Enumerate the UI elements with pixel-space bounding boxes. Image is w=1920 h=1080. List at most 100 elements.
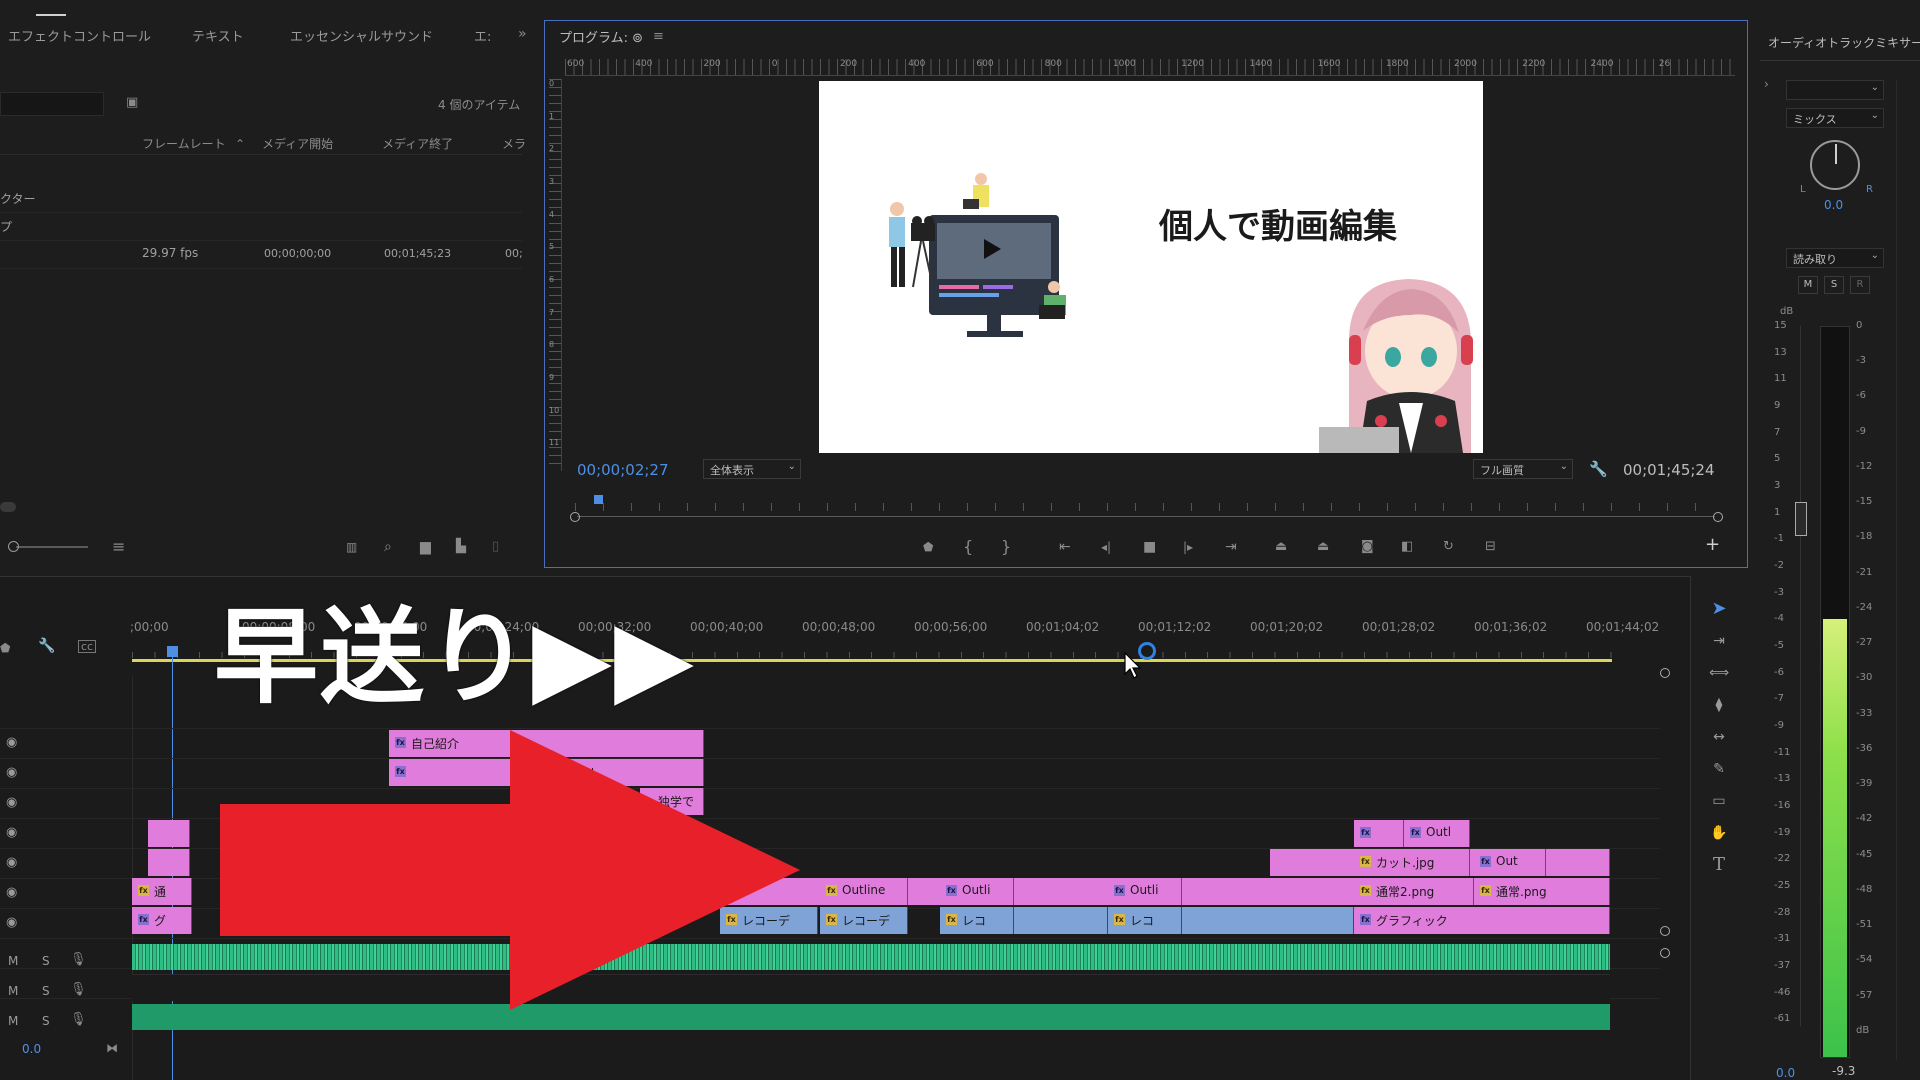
extract-icon[interactable]: ⏏ [1317, 539, 1329, 555]
new-bin-icon[interactable]: ▣ [126, 95, 138, 111]
zoom-slider-track[interactable] [16, 546, 88, 548]
clip-outli[interactable]: fx Outli [1108, 878, 1182, 905]
clip-recorder[interactable]: fx レコーデ [820, 907, 908, 934]
clip-small[interactable] [148, 820, 190, 847]
zoom-slider-handle[interactable] [8, 541, 19, 552]
timeline-settings-wrench-icon[interactable]: 🔧 [38, 638, 55, 654]
fader-scale-label: -7 [1774, 693, 1784, 705]
selection-tool-icon[interactable]: ➤ [1708, 598, 1730, 620]
pen-tool-icon[interactable]: ✎ [1708, 758, 1730, 780]
zoom-select[interactable]: 全体表示 ⌄ [703, 459, 801, 479]
volume-fader[interactable] [1795, 326, 1811, 1026]
mute-button[interactable]: M [1798, 276, 1818, 294]
clip-graphic[interactable]: fx グラフィック [1354, 907, 1610, 934]
clip-outl-small[interactable]: fx [1354, 820, 1404, 847]
clip-v1[interactable] [1014, 907, 1108, 934]
pan-knob[interactable] [1810, 140, 1860, 190]
vertical-scroll-handle[interactable] [1660, 926, 1670, 936]
fader-handle[interactable] [1795, 502, 1807, 536]
multicam-icon[interactable]: ⊟ [1485, 539, 1496, 555]
clip-small[interactable] [148, 849, 190, 876]
scrubber-track[interactable] [577, 516, 1715, 517]
tab-text[interactable]: テキスト [192, 26, 244, 45]
stop-icon[interactable]: ■ [1143, 539, 1156, 555]
scrubber-start-handle[interactable] [570, 512, 580, 522]
clip-gu[interactable]: fx グ [132, 907, 192, 934]
clip-normal[interactable]: fx 通常.png [1474, 878, 1610, 905]
monitor-menu-icon[interactable]: ≡ [653, 29, 664, 45]
col-framerate[interactable]: フレームレート [142, 135, 226, 152]
clip-normal2[interactable]: fx 通常2.png [1354, 878, 1474, 905]
track-select-tool-icon[interactable]: ⇥ [1708, 630, 1730, 652]
clip-outli[interactable]: fx Outli [940, 878, 1014, 905]
hand-tool-icon[interactable]: ✋ [1708, 822, 1730, 844]
comparison-view-icon[interactable]: ◧ [1401, 539, 1413, 555]
solo-button[interactable]: S [1824, 276, 1844, 294]
clip-reco[interactable]: fx レコ [1108, 907, 1182, 934]
scrubber-playhead[interactable] [594, 495, 603, 504]
vertical-scroll-handle[interactable] [1660, 668, 1670, 678]
step-forward-icon[interactable]: |▸ [1183, 539, 1193, 555]
mix-select[interactable]: ミックス ⌄ [1786, 108, 1884, 128]
clip-tsu[interactable]: fx 通 [132, 878, 192, 905]
scrubber-end-handle[interactable] [1713, 512, 1723, 522]
col-media-end[interactable]: メディア終了 [382, 135, 453, 152]
pan-value[interactable]: 0.0 [1824, 198, 1843, 212]
automation-select[interactable]: 読み取り ⌄ [1786, 248, 1884, 268]
captions-icon[interactable]: cc [78, 640, 96, 653]
current-timecode[interactable]: 00;00;02;27 [577, 461, 669, 479]
col-extra[interactable]: メラ [502, 135, 526, 152]
expand-chevron-icon[interactable]: › [1764, 76, 1769, 92]
loop-icon[interactable]: ↻ [1443, 539, 1454, 555]
ripple-edit-tool-icon[interactable]: ⟺ [1708, 662, 1730, 684]
trash-icon[interactable]: ▯ [492, 539, 499, 555]
razor-tool-icon[interactable]: ⧫ [1708, 694, 1730, 716]
export-frame-icon[interactable]: ◙ [1361, 539, 1374, 555]
track-height-icon[interactable]: ⧓ [106, 1040, 118, 1056]
vertical-scroll-handle[interactable] [1660, 948, 1670, 958]
lift-icon[interactable]: ⏏ [1275, 539, 1287, 555]
horizontal-scrollbar[interactable] [0, 502, 16, 512]
timeline-playhead-head[interactable] [167, 646, 178, 657]
step-back-icon[interactable]: ◂| [1101, 539, 1111, 555]
ruler-label: 1400 [1249, 59, 1273, 69]
clip-outline[interactable]: fx Outline [820, 878, 908, 905]
add-marker-icon[interactable]: ⬟ [923, 539, 933, 555]
tab-more[interactable]: エ: [474, 26, 491, 45]
mark-out-icon[interactable]: } [1001, 539, 1011, 555]
mark-in-icon[interactable]: { [963, 539, 973, 555]
tab-effect-controls[interactable]: エフェクトコントロール [8, 26, 151, 45]
list-item[interactable]: 29.97 fps 00;00;00;00 00;01;45;23 00; [0, 240, 523, 269]
slip-tool-icon[interactable]: ↔ [1708, 726, 1730, 748]
list-item[interactable]: プ [0, 212, 522, 241]
tab-essential-sound[interactable]: エッセンシャルサウンド [290, 26, 433, 45]
new-item-icon[interactable]: ▙ [456, 539, 466, 555]
col-media-start[interactable]: メディア開始 [262, 135, 333, 152]
sort-icons-icon[interactable]: ≡ [112, 539, 125, 555]
automate-icon[interactable]: ▥ [346, 539, 357, 555]
marker-icon[interactable]: ⬟ [0, 640, 10, 656]
list-item[interactable]: クター [0, 184, 522, 213]
clip-v1[interactable] [1182, 907, 1354, 934]
mixer-volume-value[interactable]: 0.0 [1776, 1066, 1795, 1080]
meter-scale-label: -27 [1856, 637, 1873, 649]
sort-ascending-icon[interactable]: ⌃ [235, 136, 245, 152]
go-to-out-icon[interactable]: ⇥ [1225, 539, 1237, 555]
find-icon[interactable]: ⌕ [384, 539, 392, 555]
go-to-in-icon[interactable]: ⇤ [1059, 539, 1071, 555]
track-input-select[interactable]: ⌄ [1786, 80, 1884, 100]
clip-out[interactable]: fx Out [1474, 849, 1546, 876]
rectangle-tool-icon[interactable]: ▭ [1708, 790, 1730, 812]
quality-select[interactable]: フル画質 ⌄ [1473, 459, 1573, 479]
settings-wrench-icon[interactable]: 🔧 [1589, 461, 1608, 477]
clip-cut[interactable]: fx カット.jpg [1354, 849, 1470, 876]
record-button[interactable]: R [1850, 276, 1870, 294]
clip-reco[interactable]: fx レコ [940, 907, 1014, 934]
clip-outl-small[interactable]: fx Outl [1404, 820, 1470, 847]
audio-volume-value[interactable]: 0.0 [22, 1042, 41, 1056]
new-folder-icon[interactable]: ▆ [420, 539, 431, 555]
panel-overflow-icon[interactable]: » [518, 26, 527, 42]
search-input[interactable] [0, 92, 104, 116]
type-tool-icon[interactable]: T [1708, 854, 1730, 876]
add-button-icon[interactable]: + [1705, 536, 1720, 554]
